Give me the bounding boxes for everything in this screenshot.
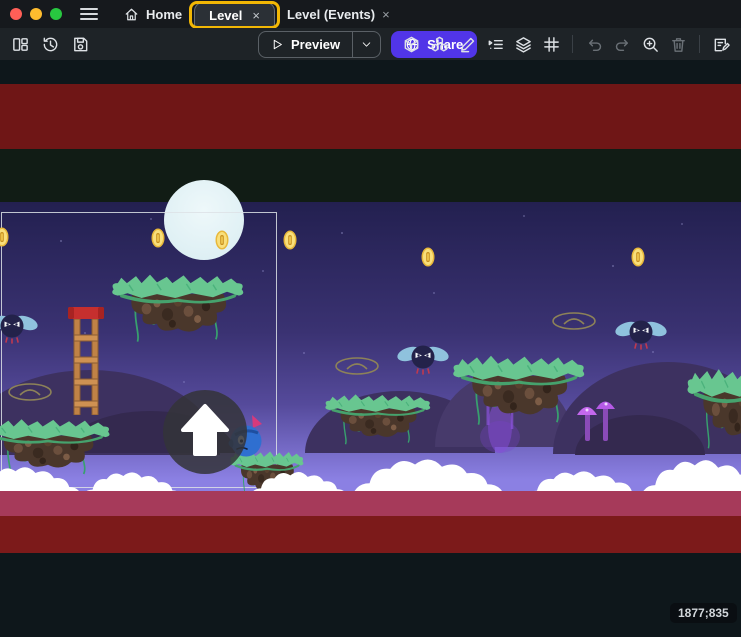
tab-level-close-icon[interactable]: × (252, 9, 260, 22)
preview-options-button[interactable] (352, 32, 380, 57)
level-ground-red-band (0, 516, 741, 553)
tab-bar: Home Level × Level (Events) × (112, 0, 402, 28)
platform-mid-low[interactable] (322, 388, 434, 446)
zoom-window-button[interactable] (50, 8, 62, 20)
panels-icon[interactable] (8, 32, 32, 56)
tab-level-events-label: Level (Events) (287, 7, 375, 22)
zoom-in-icon[interactable] (638, 32, 662, 56)
level-background-red-band-top (0, 84, 741, 149)
tab-home[interactable]: Home (112, 0, 194, 28)
level-background-dark-band (0, 149, 741, 202)
coin-5[interactable] (421, 247, 435, 267)
coin-1[interactable] (0, 227, 9, 247)
coin-4[interactable] (283, 230, 297, 250)
coin-3[interactable] (215, 230, 229, 250)
tab-level[interactable]: Level × (194, 2, 275, 28)
stars (0, 60, 2, 62)
play-icon (271, 38, 284, 51)
main-menu-icon[interactable] (80, 8, 98, 20)
scene-editor-canvas[interactable]: 1877;835 (0, 60, 741, 637)
arrow-up-icon (163, 390, 247, 474)
preview-button-label: Preview (291, 37, 340, 52)
flying-enemy-1[interactable] (0, 307, 38, 345)
instances-list-icon[interactable] (483, 32, 507, 56)
platform-middle[interactable] (449, 347, 589, 427)
tab-level-events[interactable]: Level (Events) × (275, 0, 402, 28)
flying-enemy-2[interactable] (397, 338, 449, 376)
grid-icon[interactable] (539, 32, 563, 56)
coin-6[interactable] (631, 247, 645, 267)
close-window-button[interactable] (10, 8, 22, 20)
object-groups-icon[interactable] (427, 32, 451, 56)
edit-scene-icon[interactable] (709, 32, 733, 56)
flying-enemy-3[interactable] (615, 313, 667, 351)
chevron-down-icon (361, 39, 372, 50)
toolbar: Preview Share (0, 28, 741, 60)
preview-button[interactable]: Preview (258, 31, 381, 58)
tab-level-label: Level (209, 8, 242, 23)
platform-right-edge[interactable] (684, 359, 741, 451)
toolbar-separator (699, 35, 700, 53)
minimize-window-button[interactable] (30, 8, 42, 20)
redo-icon[interactable] (610, 32, 634, 56)
layers-icon[interactable] (511, 32, 535, 56)
history-icon[interactable] (38, 32, 62, 56)
titlebar: Home Level × Level (Events) × (0, 0, 741, 28)
jump-touch-control[interactable] (163, 390, 247, 474)
level-ground-pink-band (0, 491, 741, 516)
sketch-ellipse-3[interactable] (551, 311, 597, 331)
objects-cube-icon[interactable] (399, 32, 423, 56)
cursor-coordinates-tooltip: 1877;835 (670, 603, 737, 623)
undo-icon[interactable] (582, 32, 606, 56)
platform-top[interactable] (108, 266, 248, 344)
toolbar-separator (572, 35, 573, 53)
save-icon[interactable] (68, 32, 92, 56)
coin-2[interactable] (151, 228, 165, 248)
traffic-lights (0, 8, 72, 20)
tab-home-label: Home (146, 7, 182, 22)
app-window: Home Level × Level (Events) × (0, 0, 741, 637)
tab-level-events-close-icon[interactable]: × (382, 8, 390, 21)
ladder[interactable] (68, 307, 104, 415)
home-icon (124, 7, 139, 22)
sketch-ellipse-2[interactable] (334, 356, 380, 376)
trash-icon[interactable] (666, 32, 690, 56)
pencil-icon[interactable] (455, 32, 479, 56)
